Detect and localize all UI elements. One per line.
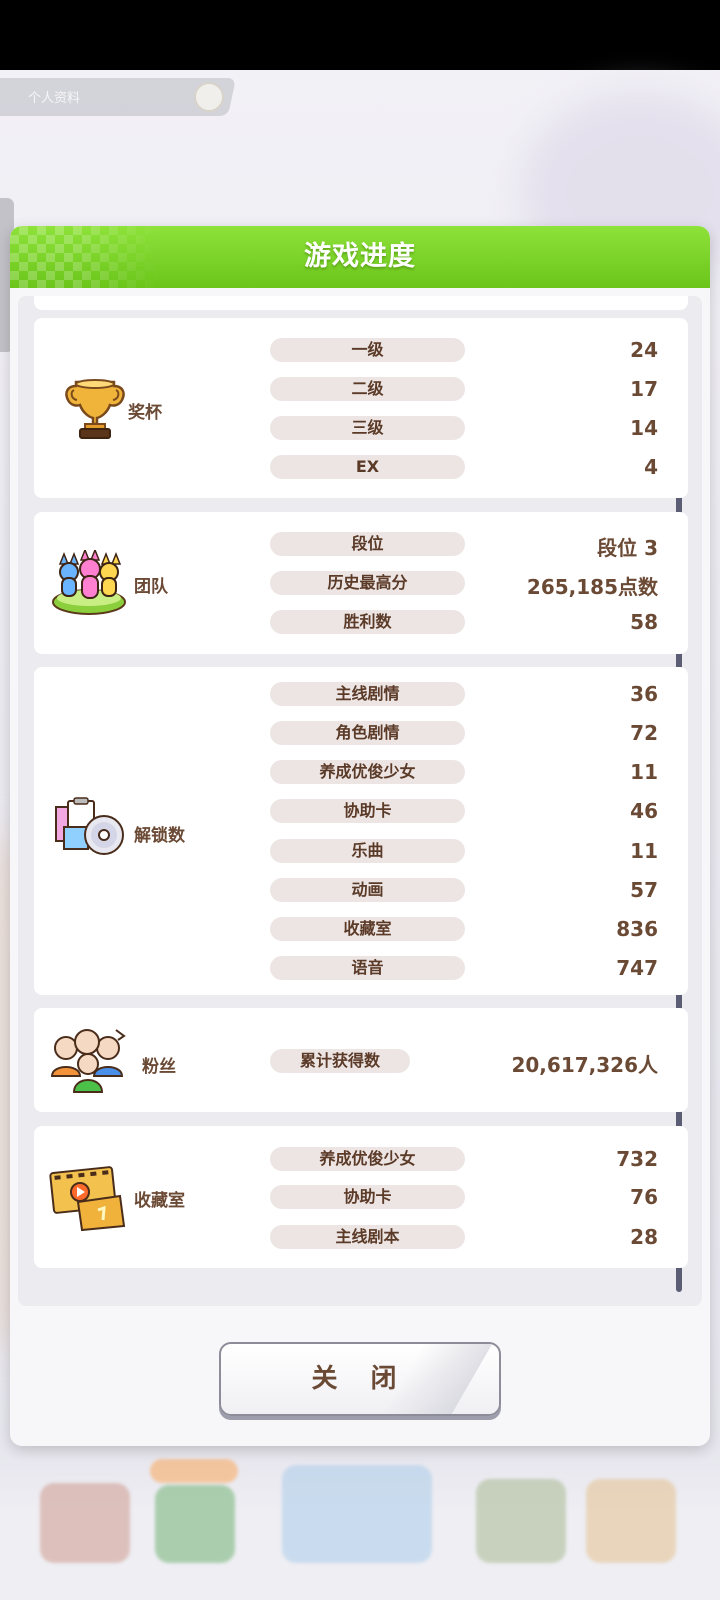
trophy-label: 奖杯 [128,403,162,423]
fans-row-value: 20,617,326人 [511,1053,658,1077]
unlocks-row-value: 46 [630,799,658,823]
nav-item-race[interactable] [476,1479,566,1563]
team-row-value: 段位 3 [597,536,658,560]
profile-pill-label: 个人资料 [28,91,81,106]
dialog-title: 游戏进度 [304,241,416,272]
team-label: 团队 [134,577,168,597]
unlocks-label: 解锁数 [134,826,185,846]
nav-item-home[interactable] [282,1465,432,1563]
collection-row-value: 28 [630,1225,658,1249]
unlocks-row-value: 36 [630,682,658,706]
close-button-label: 关 闭 [311,1364,409,1394]
collection-row-value: 732 [616,1147,658,1171]
status-bar [0,0,720,70]
coin-icon [194,82,224,112]
trophy-row-value: 4 [644,455,658,479]
collection-row-value: 76 [630,1185,658,1209]
unlocks-row-value: 747 [616,956,658,980]
nav-item-training[interactable] [40,1483,130,1563]
nav-item-gacha[interactable] [586,1479,676,1563]
film-folder-icon [48,1164,126,1234]
team-row-value: 58 [630,610,658,634]
trophy-row-value: 24 [630,338,658,362]
unlocks-row-value: 11 [630,839,658,863]
unlocks-card: 解锁数 [34,667,688,995]
nav-item-book[interactable] [155,1485,235,1563]
dialog-header: 游戏进度 [10,226,710,288]
close-button[interactable]: 关 闭 [219,1342,501,1416]
team-row-value: 265,185点数 [526,575,658,599]
trophy-row-value: 14 [630,416,658,440]
fans-group-icon [46,1026,126,1096]
unlocks-row-value: 836 [616,917,658,941]
nav-badge [150,1459,238,1483]
unlocks-row-value: 11 [630,760,658,784]
unlocks-row-value: 72 [630,721,658,745]
bottom-nav-bar [0,1455,720,1600]
trophy-row-value: 17 [630,377,658,401]
trophy-icon [56,372,134,442]
previous-card-edge [34,296,688,310]
fans-label: 粉丝 [142,1057,176,1077]
unlocks-row-value: 57 [630,878,658,902]
fans-row-label: 累计获得数 [270,1049,410,1073]
team-figures-icon [50,547,128,620]
collection-label: 收藏室 [134,1191,185,1211]
unlock-collection-icon [50,795,128,865]
